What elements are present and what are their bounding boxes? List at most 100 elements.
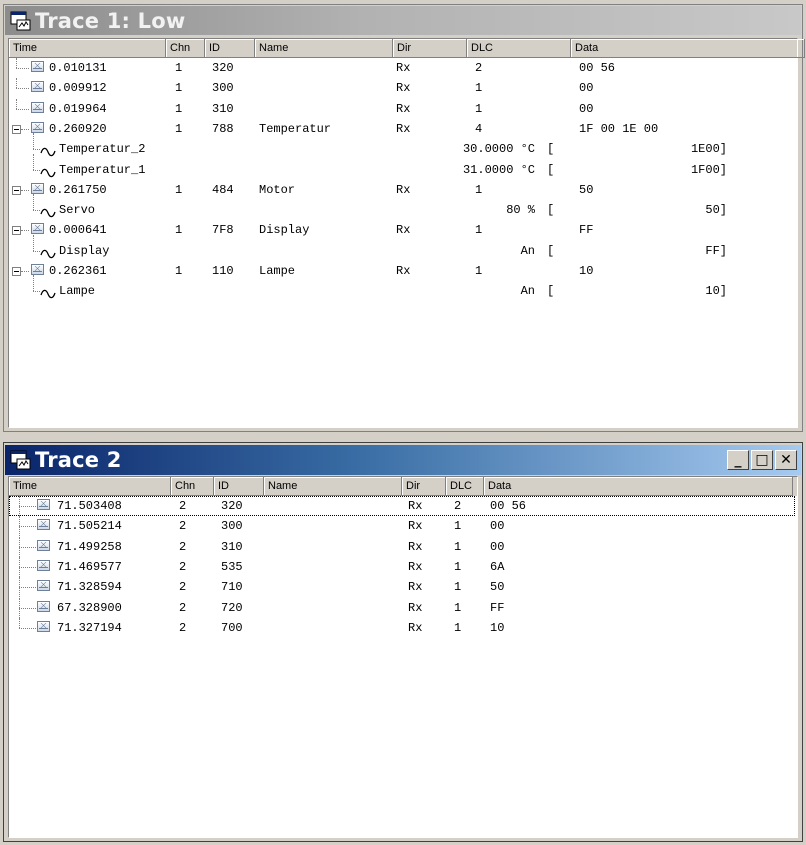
signal-bracket-cell: [ [547, 284, 555, 298]
trace2-window: Trace 2 _ □ ✕ Time Chn ID Name Dir DLC Data 71… [3, 442, 803, 842]
trace1-col-id[interactable]: ID [205, 39, 255, 58]
signal-name-cell: Servo [59, 203, 96, 217]
id-cell: 110 [212, 264, 234, 278]
maximize-button[interactable]: □ [751, 450, 773, 470]
signal-row[interactable]: Display An [FF] [9, 235, 797, 261]
trace2-col-chn[interactable]: Chn [171, 477, 214, 496]
trace2-col-id[interactable]: ID [214, 477, 264, 496]
signal-row[interactable]: Lampe An [10] [9, 275, 797, 301]
channel-cell: 2 [179, 499, 187, 513]
signal-bracket-cell: [ [547, 203, 555, 217]
trace2-col-dir[interactable]: Dir [402, 477, 446, 496]
signal-raw-cell: FF] [705, 244, 727, 258]
trace2-titlebar[interactable]: Trace 2 _ □ ✕ [5, 445, 801, 475]
trace1-col-data[interactable]: Data [571, 39, 805, 58]
trace1-col-dlc[interactable]: DLC [467, 39, 571, 58]
close-button[interactable]: ✕ [775, 450, 797, 470]
time-cell: 71.327194 [57, 621, 122, 635]
message-row[interactable]: 71.327194 2 700 Rx 1 10 [9, 618, 797, 638]
signal-row[interactable]: Servo 80 % [50] [9, 194, 797, 220]
name-cell: Temperatur [259, 122, 332, 136]
signal-name-cell: Temperatur_2 [59, 142, 146, 156]
dlc-cell: 2 [454, 499, 462, 513]
time-cell: 71.505214 [57, 519, 122, 533]
dir-cell: Rx [396, 61, 411, 75]
dlc-cell: 1 [454, 580, 462, 594]
dir-cell: Rx [408, 580, 423, 594]
message-row[interactable]: 71.499258 2 310 Rx 1 00 [9, 537, 797, 557]
collapse-toggle[interactable] [12, 125, 21, 134]
dir-cell: Rx [408, 499, 423, 513]
time-cell: 67.328900 [57, 601, 122, 615]
trace1-list[interactable]: Time Chn ID Name Dir DLC Data 0.010131 1 320 Rx 2 0… [8, 38, 805, 428]
message-row[interactable]: 0.261750 1 484 Motor Rx 1 50 [9, 180, 797, 200]
tree-line [33, 133, 34, 149]
trace1-col-time[interactable]: Time [9, 39, 166, 58]
id-cell: 320 [212, 61, 234, 75]
channel-cell: 2 [179, 621, 187, 635]
message-row[interactable]: 71.503408 2 320 Rx 2 00 56 [9, 496, 795, 516]
signal-value-cell: An [520, 284, 535, 298]
trace1-col-dir[interactable]: Dir [393, 39, 467, 58]
message-row[interactable]: 67.328900 2 720 Rx 1 FF [9, 598, 797, 618]
tree-line [33, 275, 34, 291]
signal-value-cell: 30.0000 °C [462, 142, 535, 156]
time-cell: 0.260920 [49, 122, 107, 136]
trace2-col-data[interactable]: Data [484, 477, 793, 496]
message-row[interactable]: 0.262361 1 110 Lampe Rx 1 10 [9, 261, 797, 281]
channel-cell: 1 [175, 183, 183, 197]
dir-cell: Rx [408, 601, 423, 615]
data-cell: FF [490, 601, 505, 615]
can-message-icon [31, 81, 44, 92]
trace2-col-name[interactable]: Name [264, 477, 402, 496]
id-cell: 720 [221, 601, 243, 615]
can-message-icon [31, 61, 44, 72]
dlc-cell: 1 [475, 102, 483, 116]
message-row[interactable]: 0.260920 1 788 Temperatur Rx 4 1F 00 1E 00 [9, 119, 797, 139]
trace1-titlebar[interactable]: Trace 1: Low [5, 6, 801, 35]
dir-cell: Rx [396, 183, 411, 197]
data-cell: 00 56 [579, 61, 616, 75]
dlc-cell: 1 [475, 223, 483, 237]
can-message-icon [37, 499, 50, 510]
tree-line [33, 235, 34, 251]
trace1-col-name[interactable]: Name [255, 39, 393, 58]
signal-row[interactable]: Temperatur_2 30.0000 °C [1E00] [9, 133, 797, 159]
name-cell: Display [259, 223, 310, 237]
dir-cell: Rx [396, 264, 411, 278]
tree-line [16, 109, 29, 110]
channel-cell: 1 [175, 264, 183, 278]
tree-line [19, 628, 36, 629]
trace2-col-time[interactable]: Time [9, 477, 171, 496]
signal-row[interactable]: Temperatur_1 31.0000 °C [1F00] [9, 154, 797, 180]
minimize-button[interactable]: _ [727, 450, 749, 470]
collapse-toggle[interactable] [12, 267, 21, 276]
channel-cell: 1 [175, 102, 183, 116]
channel-cell: 1 [175, 122, 183, 136]
trace2-col-dlc[interactable]: DLC [446, 477, 484, 496]
can-message-icon [31, 223, 44, 234]
trace2-list[interactable]: Time Chn ID Name Dir DLC Data 71.503408 2 320 Rx 2… [8, 476, 798, 838]
tree-line [33, 291, 40, 292]
dir-cell: Rx [396, 122, 411, 136]
message-row[interactable]: 0.019964 1 310 Rx 1 00 [9, 99, 797, 119]
tree-line [19, 608, 36, 609]
tree-line [16, 99, 17, 109]
trace1-col-chn[interactable]: Chn [166, 39, 205, 58]
collapse-toggle[interactable] [12, 226, 21, 235]
signal-wave-icon [40, 286, 56, 299]
collapse-toggle[interactable] [12, 186, 21, 195]
id-cell: 310 [221, 540, 243, 554]
dlc-cell: 1 [475, 183, 483, 197]
signal-raw-cell: 1E00] [690, 142, 727, 156]
message-row[interactable]: 71.469577 2 535 Rx 1 6A [9, 557, 797, 577]
message-row[interactable]: 71.505214 2 300 Rx 1 00 [9, 516, 797, 536]
can-message-icon [31, 183, 44, 194]
message-row[interactable]: 71.328594 2 710 Rx 1 50 [9, 577, 797, 597]
message-row[interactable]: 0.009912 1 300 Rx 1 00 [9, 78, 797, 98]
message-row[interactable]: 0.010131 1 320 Rx 2 00 56 [9, 58, 797, 78]
signal-bracket-cell: [ [547, 163, 555, 177]
signal-name-cell: Temperatur_1 [59, 163, 146, 177]
message-row[interactable]: 0.000641 1 7F8 Display Rx 1 FF [9, 220, 797, 240]
channel-cell: 2 [179, 519, 187, 533]
